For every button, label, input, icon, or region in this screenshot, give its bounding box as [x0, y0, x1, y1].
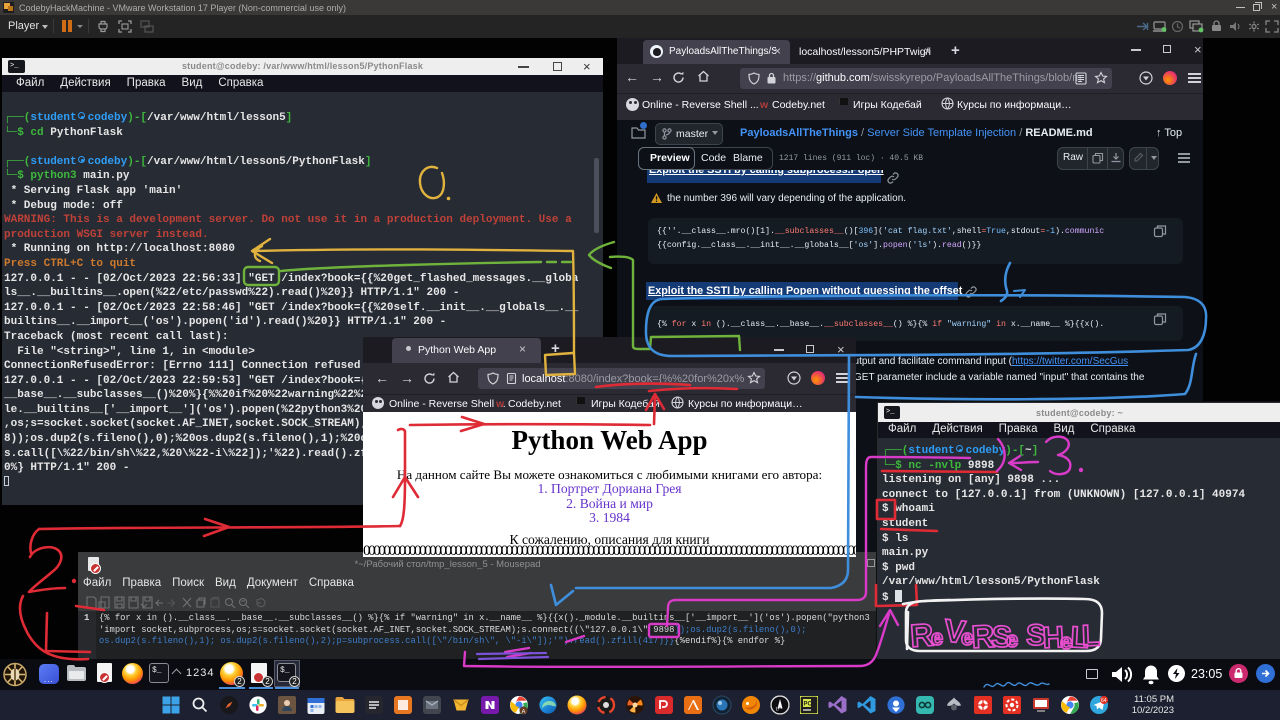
svg-text:64: 64 — [1101, 698, 1107, 704]
svg-text:U: U — [775, 708, 779, 713]
svg-text:PC: PC — [803, 702, 812, 708]
svg-text:A: A — [521, 710, 525, 715]
